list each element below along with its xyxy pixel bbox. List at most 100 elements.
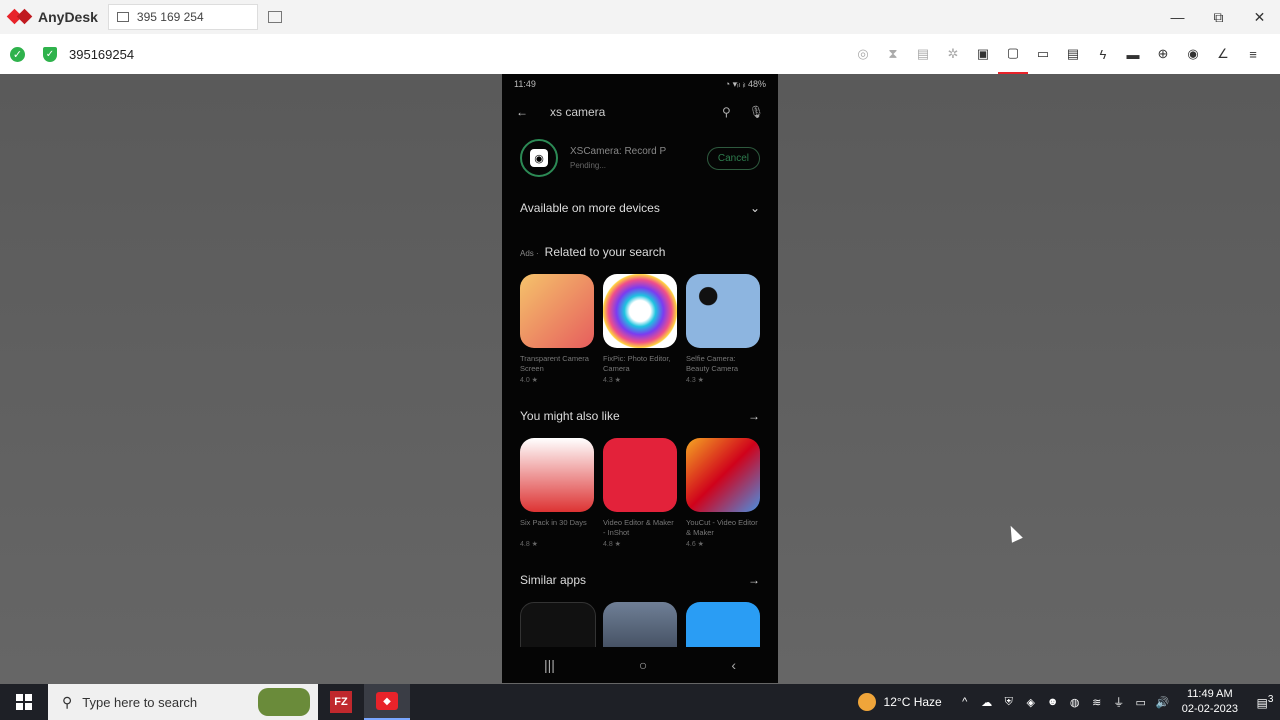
lightning-icon[interactable]: ϟ <box>1088 34 1118 74</box>
taskbar-anydesk[interactable]: ◆ <box>364 684 410 720</box>
weather-icon[interactable] <box>857 693 876 711</box>
connection-ok-icon: ✓ <box>10 46 25 62</box>
session-tab[interactable]: 395 169 254 <box>107 4 258 30</box>
filezilla-icon: FZ <box>330 691 352 713</box>
recent-apps-icon[interactable]: ||| <box>544 657 555 673</box>
section-title: You might also like <box>520 409 620 423</box>
section-title: Related to your search <box>544 245 666 259</box>
chevron-up-icon[interactable]: ^ <box>954 696 976 708</box>
microphone-icon[interactable]: 🎙 <box>749 105 764 119</box>
app-name: YouCut - Video Editor & Maker <box>686 518 758 537</box>
usb-icon[interactable]: ⏚ <box>1108 694 1130 710</box>
search-highlight-image <box>258 688 310 716</box>
taskbar-search[interactable]: ⚲ Type here to search <box>48 684 318 720</box>
app-name: Transparent Camera Screen <box>520 354 589 373</box>
section-title: Available on more devices <box>520 201 660 215</box>
taskbar-filezilla[interactable]: FZ <box>318 684 364 720</box>
back-icon[interactable]: ‹ <box>731 657 736 673</box>
app-card[interactable]: FixPic: Photo Editor, Camera 4.3 ★ <box>603 274 678 394</box>
taskbar-search-placeholder[interactable]: Type here to search <box>82 695 197 710</box>
camera-icon: ◉ <box>530 149 548 167</box>
search-icon[interactable]: ⚲ <box>722 105 731 119</box>
app-icon <box>520 438 594 512</box>
network-icon[interactable]: ▭ <box>1130 696 1152 709</box>
taskbar-clock[interactable]: 11:49 AM 02-02-2023 <box>1182 687 1238 717</box>
arrow-right-icon: → <box>748 409 760 423</box>
app-icon <box>686 274 760 348</box>
section-similar[interactable]: Similar apps → <box>502 558 778 602</box>
section-related: Ads · Related to your search <box>502 230 778 274</box>
weather-text[interactable]: 12°C Haze <box>884 695 942 709</box>
app-rating: 4.0 ★ <box>520 377 538 384</box>
app-name: FixPic: Photo Editor, Camera <box>603 354 671 373</box>
app-name: Six Pack in 30 Days <box>520 518 587 527</box>
phone-status-bar: 11:49 ◔ ▾ᵢₗ ᵢₗ 48% <box>502 74 778 94</box>
wechat-icon[interactable]: ☻ <box>1042 696 1064 708</box>
start-button[interactable] <box>0 684 48 720</box>
notification-icon[interactable]: ▤3 <box>1250 694 1280 710</box>
play-search-bar[interactable]: ← xs camera ⚲ 🎙 <box>502 94 778 130</box>
system-tray: 12°C Haze ^ ☁ ⛨ ◈ ☻ ◍ ≋ ⏚ ▭ 🔊 11:49 AM 0… <box>857 684 1280 720</box>
app-card[interactable]: Video Editor & Maker - InShot 4.8 ★ <box>603 438 678 558</box>
search-icon: ⚲ <box>62 693 73 710</box>
cloud-icon[interactable]: ☁ <box>976 696 998 709</box>
plugin-icon[interactable]: ⊕ <box>1148 34 1178 74</box>
app-card[interactable]: Selfie Camera: Beauty Camera 4.3 ★ <box>686 274 761 394</box>
app-rating: 4.3 ★ <box>686 377 704 384</box>
search-query[interactable]: xs camera <box>550 105 704 119</box>
chevron-down-icon: ⌄ <box>749 201 760 215</box>
app-icon <box>686 438 760 512</box>
network-share-icon[interactable]: ◈ <box>1020 696 1042 709</box>
app-name: Selfie Camera: Beauty Camera <box>686 354 739 373</box>
app-card[interactable]: Six Pack in 30 Days 4.8 ★ <box>520 438 595 558</box>
cancel-button[interactable]: Cancel <box>706 146 760 170</box>
hourglass-icon[interactable]: ⧗ <box>878 34 908 74</box>
toolbar-actions: ◎ ⧗ ▤ ✲ ▣ ▢ ▭ ▤ ϟ ▬ ⊕ ◉ ∠ ≡ <box>848 34 1268 74</box>
pending-install-row[interactable]: ◉ XSCamera: Record P Pending... Cancel <box>502 130 778 186</box>
minimize-button[interactable]: — <box>1157 0 1198 34</box>
related-apps-row: Transparent Camera Screen 4.0 ★ FixPic: … <box>502 274 778 394</box>
home-icon[interactable]: ○ <box>639 657 647 673</box>
file-transfer-icon[interactable]: ▣ <box>968 34 998 74</box>
monitor-icon <box>116 12 129 22</box>
display-icon[interactable]: ▢ <box>998 34 1028 74</box>
window-controls: — ⧉ ✕ <box>1157 0 1280 34</box>
session-toolbar: ✓ ✓ 395169254 ◎ ⧗ ▤ ✲ ▣ ▢ ▭ ▤ ϟ ▬ ⊕ ◉ ∠ … <box>0 34 1280 75</box>
close-button[interactable]: ✕ <box>1239 0 1280 34</box>
clock-time: 11:49 AM <box>1187 688 1233 700</box>
monitor-view-icon[interactable]: ▭ <box>1028 34 1058 74</box>
app-icon <box>520 274 594 348</box>
volume-icon[interactable]: 🔊 <box>1152 696 1174 709</box>
menu-icon[interactable]: ≡ <box>1238 34 1268 74</box>
back-arrow-icon[interactable]: ← <box>516 105 528 119</box>
restore-button[interactable]: ⧉ <box>1198 0 1239 34</box>
pending-app-icon: ◉ <box>520 139 558 177</box>
record-icon[interactable]: ◉ <box>1178 34 1208 74</box>
app-card[interactable]: Transparent Camera Screen 4.0 ★ <box>520 274 595 394</box>
arrow-right-icon: → <box>748 573 760 587</box>
pending-status: Pending... <box>570 161 607 170</box>
wifi-icon[interactable]: ≋ <box>1086 696 1108 709</box>
shield-icon[interactable]: ⛨ <box>998 696 1020 709</box>
whiteboard-icon[interactable]: ∠ <box>1208 34 1238 74</box>
status-time: 11:49 <box>514 79 536 89</box>
app-rating: 4.8 ★ <box>520 541 538 548</box>
app-rating: 4.8 ★ <box>603 541 621 548</box>
status-icons: ◔ ▾ᵢₗ ᵢₗ 48% <box>724 78 766 89</box>
wand-icon[interactable]: ✲ <box>938 34 968 74</box>
printer-icon[interactable]: ▤ <box>908 34 938 74</box>
app-rating: 4.6 ★ <box>686 541 704 548</box>
section-also-like[interactable]: You might also like → <box>502 394 778 438</box>
windows-taskbar: ⚲ Type here to search FZ ◆ 12°C Haze ^ ☁… <box>0 684 1280 720</box>
avast-icon[interactable]: ◍ <box>1064 696 1086 709</box>
section-more-devices[interactable]: Available on more devices ⌄ <box>502 186 778 230</box>
app-icon <box>603 274 677 348</box>
chat-bubble-icon[interactable]: ◎ <box>848 34 878 74</box>
app-name: Video Editor & Maker - InShot <box>603 518 674 537</box>
app-card[interactable]: YouCut - Video Editor & Maker 4.6 ★ <box>686 438 761 558</box>
chat-icon[interactable]: ▤ <box>1058 34 1088 74</box>
phone-screen[interactable]: 11:49 ◔ ▾ᵢₗ ᵢₗ 48% ← xs camera ⚲ 🎙 ◉ XSC… <box>502 74 778 683</box>
new-tab-icon[interactable] <box>267 11 282 23</box>
keyboard-icon[interactable]: ▬ <box>1118 34 1148 74</box>
app-name: AnyDesk <box>38 9 98 25</box>
